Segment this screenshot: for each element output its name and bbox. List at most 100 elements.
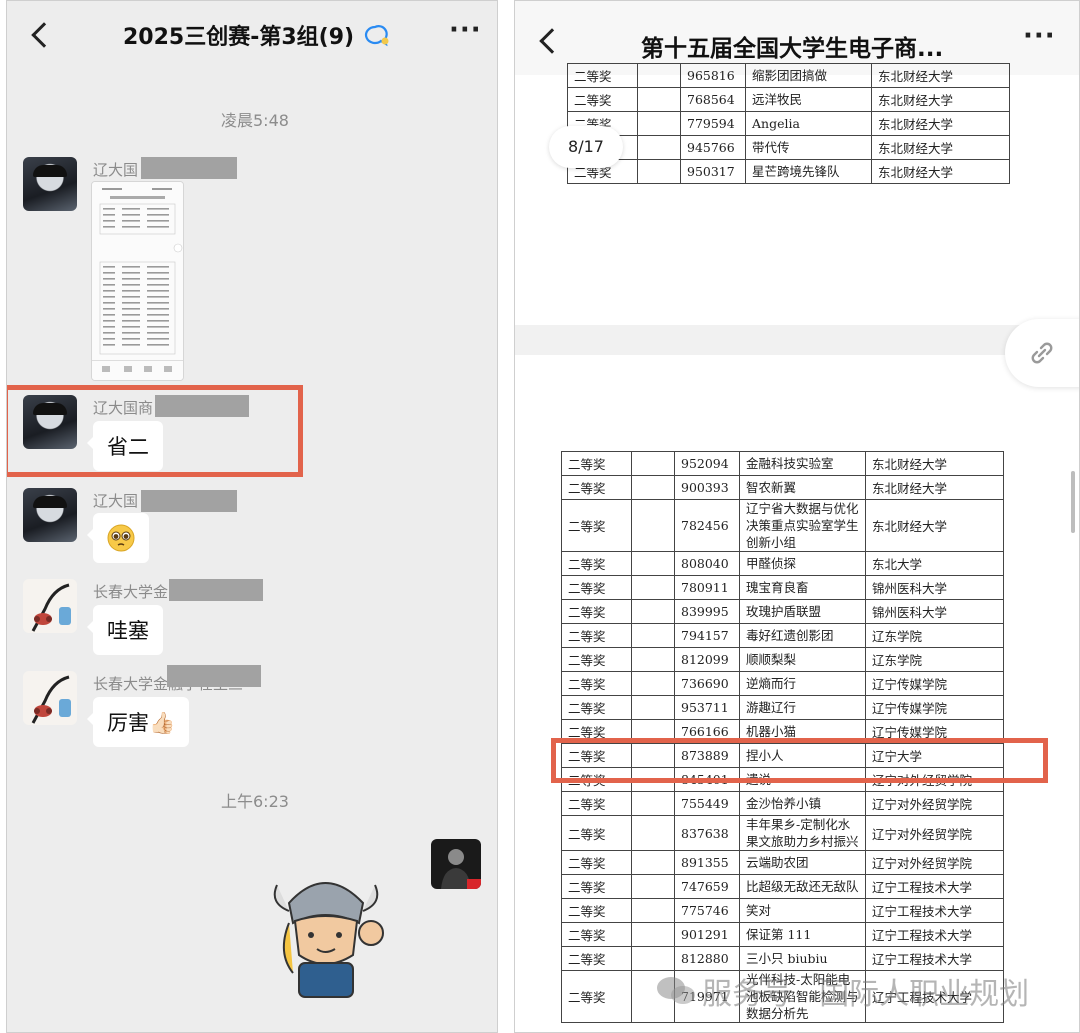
chat-panel: 2025三创赛-第3组(9) ··· 凌晨5:48 辽大国 辽大国商 省二 辽大… [6,0,498,1033]
award-table: 二等奖 952094 金融科技实验室 东北财经大学 二等奖 900393 智农新翼 东北财经大… [561,451,1004,1023]
table-row: 二等奖 780911 瑰宝育良畜 锦州医科大学 [561,575,1004,600]
link-icon [1031,342,1053,364]
watermark-text: 国际人职业规划 [819,977,1030,1012]
team-id: 780911 [674,575,740,600]
my-avatar[interactable] [431,839,481,889]
team-id: 775746 [674,898,740,923]
avatar[interactable] [23,488,77,542]
team-name: 金沙怡养小镇 [739,791,866,816]
avatar[interactable] [23,671,77,725]
award-level: 二等奖 [561,791,632,816]
highlight-box [7,385,303,477]
thor-sticker[interactable] [259,863,393,1001]
table-row: 二等奖 768564 远洋牧民 东北财经大学 [567,87,1010,112]
table-row: 二等奖 839995 玫瑰护盾联盟 锦州医科大学 [561,599,1004,624]
university: 辽宁工程技术大学 [865,898,1004,923]
team-index [631,946,675,971]
scrollbar[interactable] [1071,471,1075,533]
name-redaction [167,665,261,687]
team-name: 云端助农团 [739,850,866,875]
team-name: 三小只 biubiu [739,946,866,971]
chat-header: 2025三创赛-第3组(9) ··· [7,1,497,67]
award-level: 二等奖 [561,599,632,624]
university: 东北大学 [865,551,1004,576]
wechat-icon [657,977,695,1004]
team-id: 768564 [680,87,746,112]
link-button[interactable] [1005,319,1079,387]
table-row: 二等奖 891355 云端助农团 辽宁对外经贸学院 [561,850,1004,875]
team-name: 缩影团团搞做 [745,63,872,88]
university: 辽宁对外经贸学院 [865,850,1004,875]
team-index [631,850,675,875]
back-icon[interactable] [539,28,565,54]
award-level: 二等奖 [561,623,632,648]
team-name: 智农新翼 [739,475,866,500]
table-row: 二等奖 794157 毒好红遗创影团 辽东学院 [561,623,1004,648]
table-row: 二等奖 782456 辽宁省大数据与优化决策重点实验室学生创新小组 东北财经大学 [561,499,1004,552]
team-id: 837638 [674,815,740,851]
table-row: 二等奖 965816 缩影团团搞做 东北财经大学 [567,63,1010,88]
team-name: 毒好红遗创影团 [739,623,866,648]
team-name: 比超级无敌还无敌队 [739,874,866,899]
award-level: 二等奖 [561,850,632,875]
chat-title: 2025三创赛-第3组(9) [123,19,390,51]
team-name: 顺顺梨梨 [739,647,866,672]
name-redaction [141,157,237,179]
timestamp: 凌晨5:48 [221,111,289,130]
team-index [631,898,675,923]
university: 辽宁工程技术大学 [865,946,1004,971]
university: 东北财经大学 [865,475,1004,500]
table-row: 二等奖 808040 甲醛侦探 东北大学 [561,551,1004,576]
team-name: 逆熵而行 [739,671,866,696]
university: 东北财经大学 [865,499,1004,552]
award-level: 二等奖 [561,922,632,947]
back-icon[interactable] [31,22,57,48]
award-level: 二等奖 [561,671,632,696]
team-index [631,551,675,576]
university: 东北财经大学 [871,111,1010,136]
name-redaction [169,579,263,601]
message-bubble[interactable]: 哇塞 [87,605,163,655]
timestamp: 上午6:23 [221,792,289,811]
watermark: 服务号 国际人职业规划 [655,969,1029,1013]
table-row: 二等奖 952094 金融科技实验室 东北财经大学 [561,451,1004,476]
page-indicator: 8/17 [549,126,623,168]
document-panel: 第十五届全国大学生电子商... ··· 二等奖 965816 缩影团团搞做 东北财经大… [514,0,1080,1033]
team-index [637,63,681,88]
table-row: 二等奖 779594 Angelia 东北财经大学 [567,111,1010,136]
team-id: 755449 [674,791,740,816]
pleading-face-icon [107,524,135,552]
award-level: 二等奖 [561,475,632,500]
more-icon[interactable]: ··· [449,15,482,45]
image-message[interactable] [91,181,184,381]
team-index [631,791,675,816]
team-index [637,159,681,184]
more-icon[interactable]: ··· [1023,21,1056,51]
university: 辽宁工程技术大学 [865,922,1004,947]
table-row: 二等奖 950317 星芒跨境先锋队 东北财经大学 [567,159,1010,184]
table-row: 二等奖945766带代传东北财经大学 [567,135,1010,160]
table-row: 二等奖 900393 智农新翼 东北财经大学 [561,475,1004,500]
table-row: 二等奖 953711 游趣辽行 辽宁传媒学院 [561,695,1004,720]
team-id: 779594 [680,111,746,136]
team-id: 747659 [674,874,740,899]
sender-name: 辽大国 [93,492,139,510]
table-row: 二等奖 775746 笑对 辽宁工程技术大学 [561,898,1004,923]
avatar[interactable] [23,579,77,633]
award-level: 二等奖 [561,898,632,923]
team-name: 保证第 111 [739,922,866,947]
team-name: 丰年果乡-定制化水果文旅助力乡村振兴 [739,815,866,851]
team-name: 星芒跨境先锋队 [745,159,872,184]
university: 辽宁传媒学院 [865,671,1004,696]
award-level: 二等奖 [561,946,632,971]
message-bubble[interactable]: 厉害👍🏻 [86,697,190,747]
team-name: 远洋牧民 [745,87,872,112]
team-index [637,135,681,160]
award-level: 二等奖 [561,970,632,1023]
team-id: 736690 [674,671,740,696]
university: 辽东学院 [865,647,1004,672]
team-index [631,647,675,672]
document-title: 第十五届全国大学生电子商... [641,36,944,62]
avatar[interactable] [23,157,77,211]
message-bubble[interactable] [87,513,149,563]
